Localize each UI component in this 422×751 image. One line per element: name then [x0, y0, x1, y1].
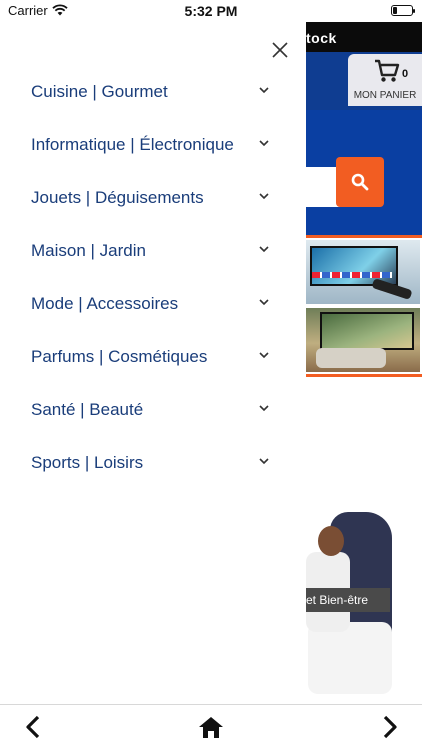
category-label: Maison | Jardin: [31, 241, 146, 260]
status-time: 5:32 PM: [184, 3, 238, 19]
cart-count: 0: [402, 68, 409, 80]
category-label: Santé | Beauté: [31, 400, 144, 419]
category-label: Sports | Loisirs: [31, 453, 144, 472]
chevron-right-icon[interactable]: [380, 714, 400, 745]
category-item-sante[interactable]: Santé | Beauté: [0, 390, 306, 430]
category-label: Mode | Accessoires: [31, 294, 179, 313]
promo-tv-image-2[interactable]: [306, 308, 420, 372]
accent-divider-2: [306, 374, 422, 377]
chevron-down-icon: [259, 140, 269, 147]
chevron-down-icon: [259, 193, 269, 200]
chevron-down-icon: [259, 246, 269, 253]
chevron-left-icon[interactable]: [23, 714, 43, 745]
category-item-parfums[interactable]: Parfums | Cosmétiques: [0, 337, 306, 377]
category-label: Jouets | Déguisements: [31, 188, 204, 207]
category-item-jouets[interactable]: Jouets | Déguisements: [0, 178, 306, 218]
accent-divider: [300, 235, 422, 238]
chevron-down-icon: [259, 352, 269, 359]
background-topbar-text: tock: [306, 30, 337, 46]
promo-label: et Bien-être: [306, 588, 390, 612]
chevron-down-icon: [259, 458, 269, 465]
home-icon[interactable]: [198, 715, 224, 744]
category-drawer: Cuisine | Gourmet Informatique | Électro…: [0, 22, 306, 704]
category-item-informatique[interactable]: Informatique | Électronique: [0, 125, 306, 165]
close-icon[interactable]: [269, 39, 291, 61]
search-button[interactable]: [336, 157, 384, 207]
bottom-toolbar: [0, 704, 422, 751]
category-label: Cuisine | Gourmet: [31, 82, 168, 101]
chevron-down-icon: [259, 299, 269, 306]
promo-tv-image[interactable]: [306, 240, 420, 304]
battery-icon: [391, 5, 415, 16]
chevron-down-icon: [259, 87, 269, 94]
category-item-maison[interactable]: Maison | Jardin: [0, 231, 306, 271]
status-bar: Carrier 5:32 PM: [0, 0, 422, 22]
cart-icon: [374, 59, 400, 88]
category-item-sports[interactable]: Sports | Loisirs: [0, 443, 306, 483]
category-label: Parfums | Cosmétiques: [31, 347, 208, 366]
category-item-mode[interactable]: Mode | Accessoires: [0, 284, 306, 324]
category-label: Informatique | Électronique: [31, 135, 234, 154]
search-input[interactable]: [300, 167, 340, 207]
category-item-cuisine[interactable]: Cuisine | Gourmet: [0, 72, 306, 112]
search-icon: [351, 173, 369, 191]
cart-label: MON PANIER: [353, 90, 417, 101]
chevron-down-icon: [259, 405, 269, 412]
